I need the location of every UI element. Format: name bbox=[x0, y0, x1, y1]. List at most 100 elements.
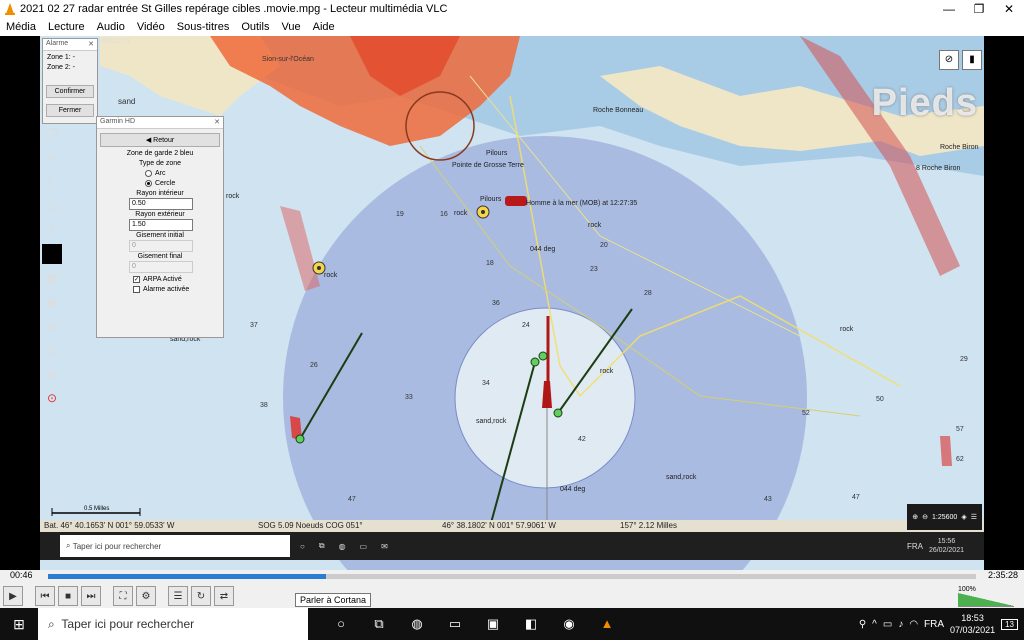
close-alarm-button[interactable]: Fermer bbox=[46, 104, 94, 117]
alarm-checkbox[interactable] bbox=[133, 286, 140, 293]
copy-icon[interactable]: ❐ bbox=[42, 124, 62, 144]
arpa-checkbox[interactable]: ✓ bbox=[133, 276, 140, 283]
fullscreen-button[interactable]: ⛶ bbox=[113, 586, 133, 606]
depth-sounding: 24 bbox=[522, 322, 530, 329]
loop-button[interactable]: ↻ bbox=[191, 586, 211, 606]
label-mob: Homme à la mer (MOB) at 12:27:35 bbox=[526, 200, 638, 207]
person-icon[interactable]: ⚲ bbox=[859, 619, 866, 630]
back-button[interactable]: ◀ Retour bbox=[100, 133, 220, 147]
depth-sounding: 38 bbox=[260, 402, 268, 409]
zoom-level: 1:25600 bbox=[932, 513, 958, 521]
depth-sounding: 34 bbox=[482, 380, 490, 387]
gps-icon[interactable]: ⊕ bbox=[42, 364, 62, 384]
menu-subtitles[interactable]: Sous-titres bbox=[171, 21, 236, 33]
radar-icon[interactable]: ◉ bbox=[42, 292, 62, 312]
outer-radius-input[interactable]: 1.50 bbox=[129, 219, 193, 231]
control-buttons: ▶ ⏮ ■ ⏭ ⛶ ⚙ ☰ ↻ ⇄ bbox=[0, 584, 234, 608]
playback-controls: 00:46 2:35:28 ▶ ⏮ ■ ⏭ ⛶ ⚙ ☰ ↻ ⇄ bbox=[0, 570, 1024, 608]
menu-icon[interactable]: ☰ bbox=[971, 513, 977, 521]
end-bearing-input[interactable]: 0 bbox=[129, 261, 193, 273]
notifications-icon[interactable]: 13 bbox=[1001, 618, 1018, 630]
start-button[interactable]: ⊞ bbox=[0, 616, 38, 633]
wifi-icon[interactable]: ◠ bbox=[909, 619, 918, 630]
alarm-checkbox-row[interactable]: Alarme activée bbox=[133, 286, 223, 293]
menu-view[interactable]: Vue bbox=[275, 21, 306, 33]
close-icon[interactable]: ✕ bbox=[214, 118, 220, 127]
taskbar-clock[interactable]: 18:53 07/03/2021 bbox=[950, 612, 995, 636]
seek-bar[interactable] bbox=[48, 574, 976, 579]
radio-arc[interactable]: Arc bbox=[97, 170, 223, 177]
taskbar-lang[interactable]: FRA bbox=[924, 619, 944, 630]
radio-circle[interactable]: Cercle bbox=[97, 180, 223, 187]
night-mode-icon[interactable]: ☾ bbox=[42, 172, 62, 192]
mail-icon: ✉ bbox=[381, 541, 388, 551]
zone-heading: Zone de garde 2 bleu bbox=[126, 150, 194, 157]
network-icon[interactable]: ▭ bbox=[883, 619, 892, 630]
taskview-icon[interactable]: ⧉ bbox=[360, 616, 398, 632]
app-icon[interactable]: ◧ bbox=[512, 616, 550, 632]
arpa-target-4 bbox=[538, 351, 548, 361]
maximize-button[interactable]: ❐ bbox=[964, 2, 994, 16]
depth-sounding: 26 bbox=[310, 362, 318, 369]
video-area[interactable]: Sion-sur-l'Océan sand Roche Bonneau Roch… bbox=[0, 36, 1024, 570]
help-icon[interactable]: ? bbox=[42, 220, 62, 240]
radio-dot[interactable] bbox=[145, 170, 152, 177]
extended-settings-button[interactable]: ⚙ bbox=[136, 586, 156, 606]
start-bearing-input[interactable]: 0 bbox=[129, 240, 193, 252]
label-rock: rock bbox=[840, 326, 854, 333]
play-button[interactable]: ▶ bbox=[3, 586, 23, 606]
depth-sounding: 50 bbox=[876, 396, 884, 403]
chevron-up-icon[interactable]: ^ bbox=[872, 619, 877, 630]
minimize-button[interactable]: — bbox=[934, 2, 964, 16]
menu-help[interactable]: Aide bbox=[307, 21, 341, 33]
label-rock: rock bbox=[588, 222, 602, 229]
next-button[interactable]: ⏭ bbox=[81, 586, 101, 606]
confirm-button[interactable]: Confirmer bbox=[46, 85, 94, 98]
playlist-button[interactable]: ☰ bbox=[168, 586, 188, 606]
no-sound-icon[interactable]: ⊘ bbox=[939, 50, 959, 70]
arpa-checkbox-row[interactable]: ✓ ARPA Activé bbox=[133, 276, 223, 283]
layers-icon[interactable]: ▦ bbox=[42, 268, 62, 288]
left-toolbar: ❐ ∿ ☾ ⎙ ? ▦ ◉ ≋ ◎ ⊕ ⊙ bbox=[42, 124, 64, 412]
close-button[interactable]: ✕ bbox=[994, 2, 1024, 16]
chrome-icon[interactable]: ◉ bbox=[550, 616, 588, 632]
label-deg: 044 deg bbox=[530, 246, 556, 253]
depth-sounding: 42 bbox=[578, 436, 586, 443]
close-icon[interactable]: ✕ bbox=[88, 40, 94, 49]
menu-media[interactable]: Média bbox=[0, 21, 42, 33]
store-icon[interactable]: ▣ bbox=[474, 616, 512, 632]
inner-radius-input[interactable]: 0.50 bbox=[129, 198, 193, 210]
depth-sounding: 23 bbox=[590, 266, 598, 273]
menu-video[interactable]: Vidéo bbox=[131, 21, 171, 33]
recorded-taskbar: ⌕ Taper ici pour rechercher ○ ⧉ ◍ ▭ ✉ FR… bbox=[40, 532, 984, 560]
label-pilours-2: Pilours bbox=[480, 196, 502, 203]
explorer-icon[interactable]: ▭ bbox=[436, 616, 474, 632]
route-icon[interactable]: ∿ bbox=[42, 148, 62, 168]
vlc-icon[interactable]: ▲ bbox=[588, 616, 626, 632]
sonar-icon[interactable]: ◎ bbox=[42, 340, 62, 360]
menu-tools[interactable]: Outils bbox=[235, 21, 275, 33]
zoom-out-icon[interactable]: ⊖ bbox=[922, 513, 928, 521]
lifebuoy-icon[interactable]: ⊙ bbox=[42, 388, 62, 408]
system-tray: ⚲ ^ ▭ ♪ ◠ FRA 18:53 07/03/2021 13 bbox=[859, 612, 1024, 636]
compass-icon[interactable]: ◈ bbox=[961, 513, 966, 521]
menu-lecture[interactable]: Lecture bbox=[42, 21, 91, 33]
depth-sounding: 19 bbox=[396, 211, 404, 218]
taskbar-search[interactable]: ⌕ Taper ici pour rechercher bbox=[38, 608, 308, 640]
print-icon[interactable]: ⎙ bbox=[42, 196, 62, 216]
shuffle-button[interactable]: ⇄ bbox=[214, 586, 234, 606]
cortana-icon[interactable]: ○ bbox=[322, 616, 360, 632]
color-swatch-icon[interactable] bbox=[42, 244, 62, 264]
edge-icon[interactable]: ◍ bbox=[398, 616, 436, 632]
previous-button[interactable]: ⏮ bbox=[35, 586, 55, 606]
tide-icon[interactable]: ≋ bbox=[42, 316, 62, 336]
start-bearing-label: Gisement initial bbox=[136, 232, 184, 239]
garmin-title: Garmin HD bbox=[100, 118, 136, 125]
zoom-in-icon[interactable]: ⊕ bbox=[912, 513, 918, 521]
speaker-icon[interactable]: ♪ bbox=[898, 619, 903, 630]
menu-audio[interactable]: Audio bbox=[91, 21, 131, 33]
volume-control[interactable]: 100% bbox=[958, 586, 1018, 607]
volume-slider[interactable] bbox=[958, 593, 1014, 607]
radio-dot-selected[interactable] bbox=[145, 180, 152, 187]
stop-button[interactable]: ■ bbox=[58, 586, 78, 606]
